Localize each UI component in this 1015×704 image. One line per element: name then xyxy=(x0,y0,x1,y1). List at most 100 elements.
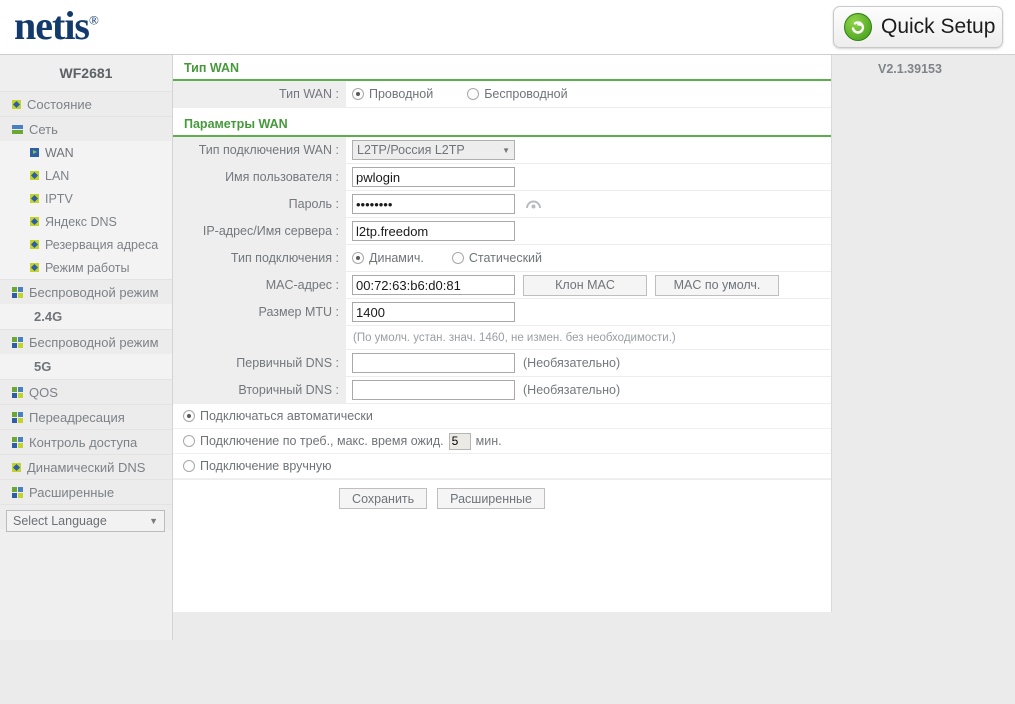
mtu-note: (По умолч. устан. знач. 1460, не измен. … xyxy=(353,331,676,344)
wan-type-wireless-label: Беспроводной xyxy=(484,87,568,101)
primary-dns-input[interactable] xyxy=(352,353,515,373)
sidebar-item-label: WAN xyxy=(45,145,74,160)
server-input[interactable] xyxy=(352,221,515,241)
sidebar-item-label: QOS xyxy=(29,384,58,400)
mtu-input[interactable] xyxy=(352,302,515,322)
sidebar-item-10[interactable]: Беспроводной режим xyxy=(0,329,172,354)
sidebar-item-16[interactable]: Расширенные xyxy=(0,479,172,504)
sidebar-item-label: 5G xyxy=(34,359,52,374)
firmware-version: V2.1.39153 xyxy=(878,62,942,76)
connection-type-label: Тип подключения WAN : xyxy=(173,137,346,163)
clone-mac-button[interactable]: Клон MAC xyxy=(523,274,647,296)
sidebar-item-11[interactable]: 5G xyxy=(0,354,172,379)
mtu-label: Размер MTU : xyxy=(173,299,346,325)
sidebar-item-1[interactable]: Сеть xyxy=(0,116,172,141)
connect-manual-row: Подключение вручную xyxy=(173,454,831,479)
connect-demand-radio[interactable]: Подключение по треб., макс. время ожид. xyxy=(183,434,444,448)
language-select[interactable]: Select Language ▼ xyxy=(6,510,165,532)
wan-type-wireless-radio[interactable]: Беспроводной xyxy=(467,87,568,101)
square-diamond-icon xyxy=(12,99,21,109)
model-name: WF2681 xyxy=(0,55,172,91)
sidebar-item-label: Яндекс DNS xyxy=(45,214,117,229)
sidebar-item-7[interactable]: Режим работы xyxy=(0,256,172,279)
registered-mark: ® xyxy=(89,12,99,28)
addr-mode-static-label: Статический xyxy=(468,251,543,265)
sidebar-item-4[interactable]: IPTV xyxy=(0,187,172,210)
chevron-down-icon: ▼ xyxy=(149,516,158,526)
sidebar-item-0[interactable]: Состояние xyxy=(0,91,172,116)
mtu-row: Размер MTU : xyxy=(173,299,831,326)
sidebar-item-14[interactable]: Контроль доступа xyxy=(0,429,172,454)
sidebar-item-label: LAN xyxy=(45,168,70,183)
username-row: Имя пользователя : xyxy=(173,164,831,191)
connect-manual-radio[interactable]: Подключение вручную xyxy=(183,459,331,473)
grid-squares-icon xyxy=(12,436,23,448)
sidebar-item-9[interactable]: 2.4G xyxy=(0,304,172,329)
secondary-dns-input[interactable] xyxy=(352,380,515,400)
main-content: Тип WAN Тип WAN : Проводной Беспроводной… xyxy=(173,55,832,612)
connect-auto-radio[interactable]: Подключаться автоматически xyxy=(183,409,373,423)
sidebar-item-13[interactable]: Переадресация xyxy=(0,404,172,429)
server-row: IP-адрес/Имя сервера : xyxy=(173,218,831,245)
square-diamond-icon xyxy=(30,194,39,203)
netis-logo: netis® xyxy=(14,2,99,49)
language-select-value: Select Language xyxy=(13,514,107,528)
connection-type-select[interactable]: L2TP/Россия L2TP ▼ xyxy=(352,140,515,160)
password-input[interactable] xyxy=(352,194,515,214)
sidebar-item-label: Состояние xyxy=(27,96,92,112)
sidebar-item-2[interactable]: WAN xyxy=(0,141,172,164)
connect-auto-row: Подключаться автоматически xyxy=(173,404,831,429)
mac-input[interactable] xyxy=(352,275,515,295)
sidebar-item-12[interactable]: QOS xyxy=(0,379,172,404)
sidebar-nav: Состояние Сеть WAN LAN IPTV Яндекс DNS Резерва… xyxy=(0,91,172,529)
grid-squares-icon xyxy=(12,386,23,398)
quick-setup-button[interactable]: Quick Setup xyxy=(833,6,1003,48)
sidebar-item-3[interactable]: LAN xyxy=(0,164,172,187)
demand-timeout-input[interactable] xyxy=(448,432,471,450)
addr-mode-row: Тип подключения : Динамич. Статический xyxy=(173,245,831,272)
mtu-note-row: (По умолч. устан. знач. 1460, не измен. … xyxy=(173,326,831,350)
primary-dns-row: Первичный DNS : (Необязательно) xyxy=(173,350,831,377)
server-label: IP-адрес/Имя сервера : xyxy=(173,218,346,244)
sidebar-item-label: Переадресация xyxy=(29,409,125,425)
addr-mode-static-radio[interactable]: Статический xyxy=(451,251,543,265)
wan-type-wired-radio[interactable]: Проводной xyxy=(352,87,433,101)
radio-dot-icon xyxy=(183,435,195,447)
stacked-bars-icon xyxy=(12,124,23,134)
connection-type-value: L2TP/Россия L2TP xyxy=(357,143,465,157)
addr-mode-dynamic-label: Динамич. xyxy=(369,251,424,265)
connect-demand-label: Подключение по треб., макс. время ожид. xyxy=(200,434,444,448)
username-input[interactable] xyxy=(352,167,515,187)
advanced-button[interactable]: Расширенные xyxy=(437,488,545,509)
quick-setup-label: Quick Setup xyxy=(881,15,996,38)
arrow-square-icon xyxy=(30,148,39,157)
sidebar-item-label: Расширенные xyxy=(29,484,115,500)
sidebar-item-8[interactable]: Беспроводной режим xyxy=(0,279,172,304)
default-mac-button[interactable]: MAC по умолч. xyxy=(655,274,779,296)
square-diamond-icon xyxy=(30,171,39,180)
grid-squares-icon xyxy=(12,486,23,498)
sidebar-item-label: Резервация адреса xyxy=(45,237,159,252)
addr-mode-dynamic-radio[interactable]: Динамич. xyxy=(352,251,424,265)
eye-icon[interactable] xyxy=(523,194,543,214)
grid-squares-icon xyxy=(12,286,23,298)
username-label: Имя пользователя : xyxy=(173,164,346,190)
primary-dns-label: Первичный DNS : xyxy=(173,350,346,376)
wan-type-label: Тип WAN : xyxy=(173,81,346,107)
demand-timeout-unit: мин. xyxy=(475,434,502,448)
action-bar: Сохранить Расширенные xyxy=(173,479,831,517)
sidebar-item-label: Сеть xyxy=(29,121,58,137)
save-button[interactable]: Сохранить xyxy=(339,488,428,509)
sidebar-item-5[interactable]: Яндекс DNS xyxy=(0,210,172,233)
connect-manual-label: Подключение вручную xyxy=(200,459,332,473)
sidebar: WF2681 Состояние Сеть WAN LAN IPTV Яндекс DNS… xyxy=(0,55,173,640)
connect-auto-label: Подключаться автоматически xyxy=(200,409,373,423)
square-diamond-icon xyxy=(30,240,39,249)
sidebar-item-15[interactable]: Динамический DNS xyxy=(0,454,172,479)
router-admin-page: netis® Quick Setup WF2681 Состояние Сеть W… xyxy=(0,0,1015,704)
connect-demand-row: Подключение по треб., макс. время ожид. … xyxy=(173,429,831,454)
refresh-arrow-icon xyxy=(844,13,872,41)
sidebar-item-6[interactable]: Резервация адреса xyxy=(0,233,172,256)
note-spacer xyxy=(173,326,346,349)
secondary-dns-note: (Необязательно) xyxy=(523,383,621,397)
